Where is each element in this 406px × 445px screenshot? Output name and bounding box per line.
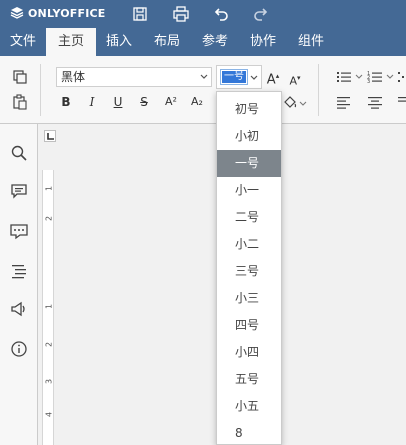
font-size-option[interactable]: 小二 <box>217 231 281 258</box>
bold-button[interactable]: B <box>59 94 73 110</box>
multilevel-list-icon[interactable] <box>397 69 406 85</box>
font-name-combo[interactable]: 黑体 <box>56 67 212 87</box>
toolbar-separator <box>318 64 319 116</box>
paste-icon[interactable] <box>12 94 28 110</box>
navigation-icon[interactable] <box>10 262 28 280</box>
decrease-font-size-button[interactable]: A▾ <box>288 70 302 90</box>
ruler-label: 1 <box>44 185 54 192</box>
app-logo: ONLYOFFICE <box>10 6 106 20</box>
font-size-value: 一号 <box>222 71 246 83</box>
font-size-option[interactable]: 小四 <box>217 339 281 366</box>
font-size-option[interactable]: 小三 <box>217 285 281 312</box>
font-size-option[interactable]: 五号 <box>217 366 281 393</box>
left-sidebar <box>0 124 38 445</box>
font-size-option[interactable]: 二号 <box>217 204 281 231</box>
font-size-option[interactable]: 四号 <box>217 312 281 339</box>
font-size-option-selected[interactable]: 一号 <box>217 150 281 177</box>
subscript-button[interactable]: A₂ <box>188 94 206 110</box>
font-size-option[interactable]: 小五 <box>217 393 281 420</box>
copy-icon[interactable] <box>12 69 28 85</box>
save-icon[interactable] <box>131 5 149 23</box>
font-size-dropdown: 初号 小初 一号 小一 二号 小二 三号 小三 四号 小四 五号 小五 8 <box>216 91 282 445</box>
tab-collaboration[interactable]: 协作 <box>239 28 287 56</box>
tab-plugins[interactable]: 组件 <box>287 28 335 56</box>
logo-icon <box>10 7 24 19</box>
font-name-value: 黑体 <box>61 70 86 84</box>
ruler-label: 2 <box>44 215 54 222</box>
align-right-icon[interactable] <box>397 94 406 110</box>
tab-references[interactable]: 参考 <box>191 28 239 56</box>
chevron-down-icon <box>299 101 307 106</box>
font-size-combo[interactable]: 一号 <box>216 65 262 89</box>
italic-button[interactable]: I <box>85 94 99 110</box>
tab-home[interactable]: 主页 <box>46 28 96 56</box>
align-left-icon[interactable] <box>336 94 352 110</box>
font-size-option[interactable]: 小初 <box>217 123 281 150</box>
bullets-icon[interactable] <box>336 69 352 85</box>
font-size-option[interactable]: 初号 <box>217 96 281 123</box>
chat-icon[interactable] <box>10 222 28 240</box>
font-size-option[interactable]: 8 <box>217 420 281 445</box>
ruler-label: 3 <box>44 378 54 385</box>
font-size-option[interactable]: 小一 <box>217 177 281 204</box>
vertical-ruler: 1 2 1 2 3 4 <box>42 170 54 445</box>
svg-text:3: 3 <box>367 79 370 85</box>
chevron-down-icon <box>200 74 208 79</box>
underline-button[interactable]: U <box>111 94 125 110</box>
chevron-down-icon <box>386 74 394 79</box>
about-icon[interactable] <box>10 340 28 358</box>
font-size-field[interactable]: 一号 <box>220 69 248 85</box>
tab-stop-icon <box>47 133 54 140</box>
ruler-label: 2 <box>44 341 54 348</box>
align-center-icon[interactable] <box>367 94 383 110</box>
ruler-label: 1 <box>44 303 54 310</box>
superscript-button[interactable]: A² <box>162 94 180 110</box>
paint-bucket-icon[interactable] <box>282 94 298 110</box>
chevron-down-icon <box>250 75 258 80</box>
menu-tabs: 文件 主页 插入 布局 参考 协作 组件 <box>0 28 406 56</box>
comments-icon[interactable] <box>10 182 28 200</box>
tab-insert[interactable]: 插入 <box>96 28 142 56</box>
tab-file[interactable]: 文件 <box>0 28 46 56</box>
strikethrough-button[interactable]: S <box>137 94 151 110</box>
feedback-icon[interactable] <box>10 300 28 318</box>
app-title: ONLYOFFICE <box>28 6 106 20</box>
print-icon[interactable] <box>172 5 190 23</box>
title-bar: ONLYOFFICE <box>0 0 406 28</box>
search-icon[interactable] <box>10 144 28 162</box>
increase-font-size-button[interactable]: A▴ <box>266 68 280 88</box>
home-toolbar: 黑体 一号 A▴ A▾ B I U S A² A₂ 1 2 3 <box>0 56 406 124</box>
ruler-label: 4 <box>44 411 54 418</box>
font-size-option[interactable]: 三号 <box>217 258 281 285</box>
undo-icon[interactable] <box>212 5 230 23</box>
tab-layout[interactable]: 布局 <box>143 28 191 56</box>
ruler-tab-selector[interactable] <box>44 130 56 142</box>
toolbar-separator <box>40 64 41 116</box>
numbering-icon[interactable]: 1 2 3 <box>367 69 383 85</box>
chevron-down-icon <box>355 74 363 79</box>
redo-icon[interactable] <box>252 5 270 23</box>
